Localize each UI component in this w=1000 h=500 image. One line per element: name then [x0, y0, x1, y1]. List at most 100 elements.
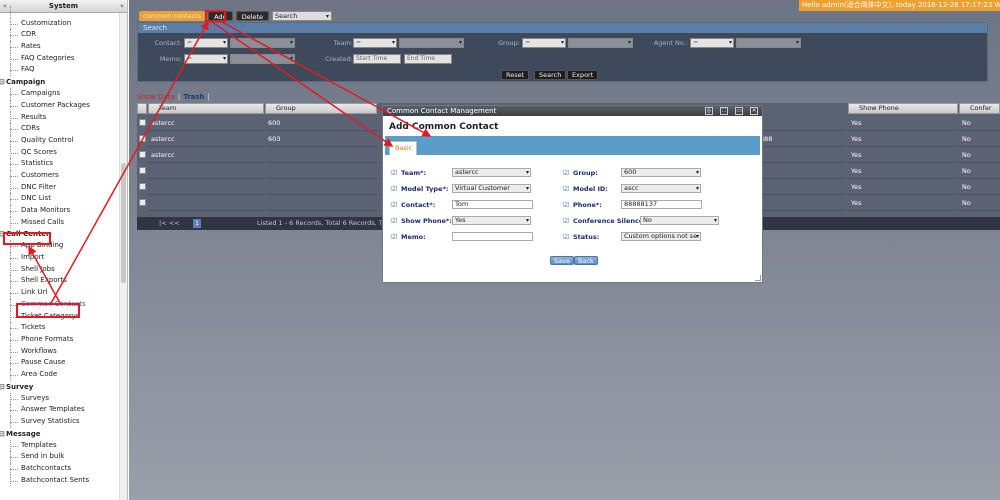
- sidebar-item[interactable]: Results: [0, 111, 120, 124]
- sidebar-item[interactable]: Pause Cause: [0, 357, 120, 369]
- row-checkbox[interactable]: [139, 199, 146, 206]
- sidebar-item[interactable]: Rates: [0, 41, 120, 53]
- sidebar-item[interactable]: Surveys: [0, 392, 120, 405]
- sidebar-item[interactable]: DNC List: [0, 193, 120, 205]
- column-show-phone[interactable]: Show Phone: [848, 103, 958, 114]
- row-checkbox[interactable]: [139, 119, 146, 126]
- pager-nav-icons[interactable]: |< <<: [159, 217, 180, 230]
- sidebar-item[interactable]: Templates: [0, 439, 120, 452]
- model-id-select[interactable]: ascc ▾: [621, 184, 701, 193]
- sidebar-item[interactable]: Common Contacts: [0, 298, 120, 311]
- column-team[interactable]: Team: [148, 103, 264, 114]
- column-confer[interactable]: Confer: [959, 103, 1000, 114]
- show-data-link[interactable]: Show Data: [137, 93, 175, 101]
- group-value-select[interactable]: ▾: [568, 38, 633, 48]
- sidebar-category[interactable]: ⊟Survey: [0, 381, 120, 393]
- reset-button[interactable]: Reset: [501, 70, 530, 80]
- sidebar-item[interactable]: Batchcontact Sents: [0, 474, 120, 487]
- group-op-select[interactable]: = ▾: [522, 38, 566, 48]
- sidebar-scroll-thumb[interactable]: [121, 163, 126, 283]
- table-cell: [757, 195, 847, 211]
- sidebar-item[interactable]: App Binding: [0, 240, 120, 252]
- select-all-checkbox[interactable]: [137, 103, 147, 114]
- contact-input[interactable]: Tom: [452, 200, 533, 209]
- team-op-select[interactable]: = ▾: [353, 38, 397, 48]
- sidebar-item[interactable]: Shell Exports: [0, 275, 120, 287]
- sidebar-item[interactable]: Batchcontacts: [0, 463, 120, 475]
- resize-handle[interactable]: [755, 275, 761, 281]
- memo-op-select[interactable]: = ▾: [184, 54, 228, 64]
- restore-icon[interactable]: ▭: [735, 107, 743, 115]
- contact-value-select[interactable]: ▾: [230, 38, 295, 48]
- sidebar-item[interactable]: Import: [0, 252, 120, 264]
- row-checkbox[interactable]: [139, 135, 146, 142]
- start-time-input[interactable]: Start Time: [353, 54, 401, 64]
- sidebar-item[interactable]: FAQ: [0, 64, 120, 76]
- phone-input[interactable]: 88888137: [621, 200, 702, 209]
- sidebar-item[interactable]: CDRs: [0, 123, 120, 135]
- sidebar-item[interactable]: Tickets: [0, 322, 120, 334]
- sidebar-item[interactable]: FAQ Categories: [0, 52, 120, 65]
- contact-op-select[interactable]: = ▾: [184, 38, 228, 48]
- sidebar-item[interactable]: Survey Statistics: [0, 416, 120, 428]
- table-cell: Yes: [848, 179, 958, 195]
- search-select[interactable]: Search ▾: [272, 10, 333, 21]
- sidebar-category[interactable]: ⊟Campaign: [0, 76, 120, 88]
- delete-button[interactable]: Delete: [235, 10, 270, 21]
- team-value-select[interactable]: ▾: [399, 38, 464, 48]
- agent-op-select[interactable]: = ▾: [690, 38, 734, 48]
- sidebar-item[interactable]: Phone Formats: [0, 333, 120, 346]
- conference-silence-select[interactable]: No ▾: [640, 216, 719, 225]
- sidebar-item[interactable]: Workflows: [0, 345, 120, 358]
- status-select[interactable]: Custom options not se ▾: [621, 232, 701, 241]
- sidebar-item[interactable]: Ticket Categorys: [0, 310, 120, 323]
- gear-icon[interactable]: ◎: [705, 107, 713, 115]
- close-icon[interactable]: ✕: [750, 107, 758, 115]
- end-time-input[interactable]: End Time: [404, 54, 452, 64]
- memo-value-select[interactable]: ▾: [230, 54, 295, 64]
- export-button[interactable]: Export: [567, 70, 599, 80]
- sidebar-item[interactable]: Missed Calls: [0, 216, 120, 229]
- sidebar-category[interactable]: ⊟Call Center: [0, 228, 120, 240]
- trash-link[interactable]: Trash: [183, 93, 204, 101]
- row-checkbox[interactable]: [139, 183, 146, 190]
- collapse-minus-icon[interactable]: ⊟: [0, 228, 5, 240]
- save-button[interactable]: Save: [550, 256, 574, 265]
- row-checkbox[interactable]: [139, 167, 146, 174]
- page-number[interactable]: 1: [193, 219, 201, 228]
- sidebar-item[interactable]: Link Url: [0, 287, 120, 299]
- team-select[interactable]: astercc ▾: [452, 168, 531, 177]
- sidebar-scrollbar[interactable]: [119, 13, 127, 500]
- sidebar-category[interactable]: ⊟Message: [0, 428, 120, 440]
- show-phone-select[interactable]: Yes ▾: [452, 216, 531, 225]
- sidebar-item[interactable]: DNC Filter: [0, 181, 120, 194]
- add-button[interactable]: Add: [208, 10, 233, 21]
- sidebar-item[interactable]: QC Scores: [0, 146, 120, 159]
- collapse-minus-icon[interactable]: ⊟: [0, 76, 5, 88]
- sidebar-item[interactable]: Customization: [0, 17, 120, 30]
- sidebar-item[interactable]: Campaigns: [0, 88, 120, 100]
- search-button[interactable]: Search: [534, 70, 567, 80]
- row-checkbox[interactable]: [139, 151, 146, 158]
- back-button[interactable]: Back: [574, 256, 598, 265]
- collapse-minus-icon[interactable]: ⊟: [0, 428, 5, 440]
- agent-value-select[interactable]: ▾: [736, 38, 801, 48]
- group-select[interactable]: 600 ▾: [621, 168, 701, 177]
- memo-input[interactable]: [452, 232, 533, 241]
- column-group[interactable]: Group: [265, 103, 377, 114]
- sidebar-item[interactable]: CDR: [0, 29, 120, 41]
- sidebar-item[interactable]: Data Monitors: [0, 205, 120, 217]
- fullscreen-icon[interactable]: ⛶: [720, 107, 728, 115]
- sidebar-item[interactable]: Customers: [0, 169, 120, 182]
- sidebar-item[interactable]: Shell Jobs: [0, 263, 120, 276]
- sidebar-item[interactable]: Answer Templates: [0, 404, 120, 416]
- sidebar-item[interactable]: Area Code: [0, 368, 120, 381]
- sidebar-item[interactable]: Customer Packages: [0, 99, 120, 112]
- sidebar-item[interactable]: Statistics: [0, 158, 120, 170]
- collapse-minus-icon[interactable]: ⊟: [0, 381, 5, 393]
- sidebar-item[interactable]: Send in bulk: [0, 451, 120, 463]
- model-type-select[interactable]: Virtual Customer ▾: [452, 184, 531, 193]
- sidebar-item[interactable]: [0, 6, 120, 18]
- tab-basic[interactable]: Basic: [389, 141, 417, 155]
- sidebar-item[interactable]: Quality Control: [0, 134, 120, 147]
